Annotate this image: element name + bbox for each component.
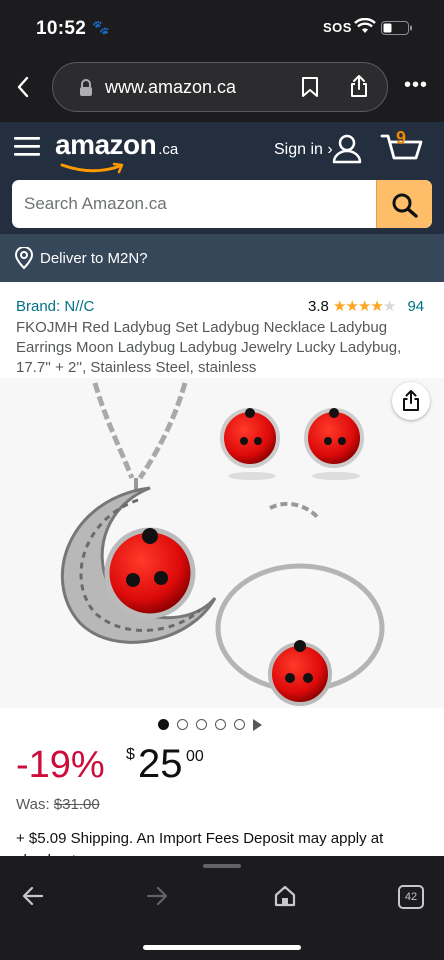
amazon-logo[interactable]: amazon .ca [55,129,178,161]
lock-icon [80,79,92,96]
carrier-label: SOS [323,20,352,35]
brand-link[interactable]: Brand: N//C [16,298,94,315]
list-price: Was: $31.00 [16,796,100,813]
logo-word: amazon [55,129,157,160]
share-icon[interactable] [349,74,369,98]
status-time: 10:52 [36,18,87,39]
image-share-button[interactable] [392,382,430,420]
was-label: Was: [16,796,50,813]
wifi-icon [354,18,376,33]
product-title: FKOJMH Red Ladybug Set Ladybug Necklace … [16,319,402,376]
image-pagination[interactable] [158,716,262,732]
address-bar[interactable]: www.amazon.ca [52,62,388,112]
status-bar: 10:52 🐾 SOS [0,0,444,56]
product-image [60,382,385,706]
price-fraction: 00 [186,748,204,765]
search-bar[interactable]: Search Amazon.ca [12,180,432,228]
smile-arrow-icon [60,162,124,174]
star-rating-icon: ★★★★★ [333,298,396,315]
battery-icon [381,21,412,35]
rating-count[interactable]: 94 [407,298,424,315]
home-indicator [143,945,301,950]
cart-count-badge: 9 [396,128,407,148]
more-options-icon[interactable]: ••• [404,74,428,97]
browser-bottom-toolbar: 42 [0,856,444,960]
rating-value: 3.8 [308,298,329,315]
forward-arrow-icon [146,886,168,906]
product-image-carousel[interactable] [0,378,444,708]
pagination-dot[interactable] [234,719,245,731]
location-pin-icon [14,247,34,269]
pagination-dot[interactable] [158,719,169,731]
discount-percent: -19% [16,744,105,786]
price-currency: $ [126,746,135,763]
hamburger-menu-icon[interactable] [14,135,40,157]
home-icon[interactable] [273,884,297,908]
search-button[interactable] [376,180,432,228]
rating-summary[interactable]: 3.8 ★★★★★ 94 [308,297,424,315]
price-whole: 25 [138,742,183,786]
pagination-dot[interactable] [215,719,226,731]
was-price: $31.00 [53,796,100,813]
url-text: www.amazon.ca [105,77,237,97]
user-icon[interactable] [332,134,362,164]
bookmark-icon[interactable] [301,76,319,98]
share-icon [403,390,419,411]
browser-toolbar: www.amazon.ca ••• [0,56,444,122]
tabs-button[interactable]: 42 [398,885,424,909]
back-arrow-icon[interactable] [22,886,44,906]
logo-tld: .ca [158,141,179,158]
paw-icon: 🐾 [92,19,110,35]
search-icon [392,193,418,218]
amazon-header: amazon .ca Sign in › 9 Search Amazon.ca [0,122,444,234]
pagination-dot[interactable] [196,719,207,731]
pagination-dot[interactable] [177,719,188,731]
video-play-icon[interactable] [253,718,262,731]
sign-in-link[interactable]: Sign in › [274,141,333,159]
deliver-to-text: Deliver to M2N? [40,250,148,267]
search-input[interactable]: Search Amazon.ca [24,194,167,214]
shipping-info: + $5.09 Shipping. An Import Fees Deposit… [16,830,384,858]
back-chevron-icon[interactable] [14,74,34,100]
sheet-handle[interactable] [203,864,241,868]
deliver-location-bar[interactable]: Deliver to M2N? [0,234,444,282]
